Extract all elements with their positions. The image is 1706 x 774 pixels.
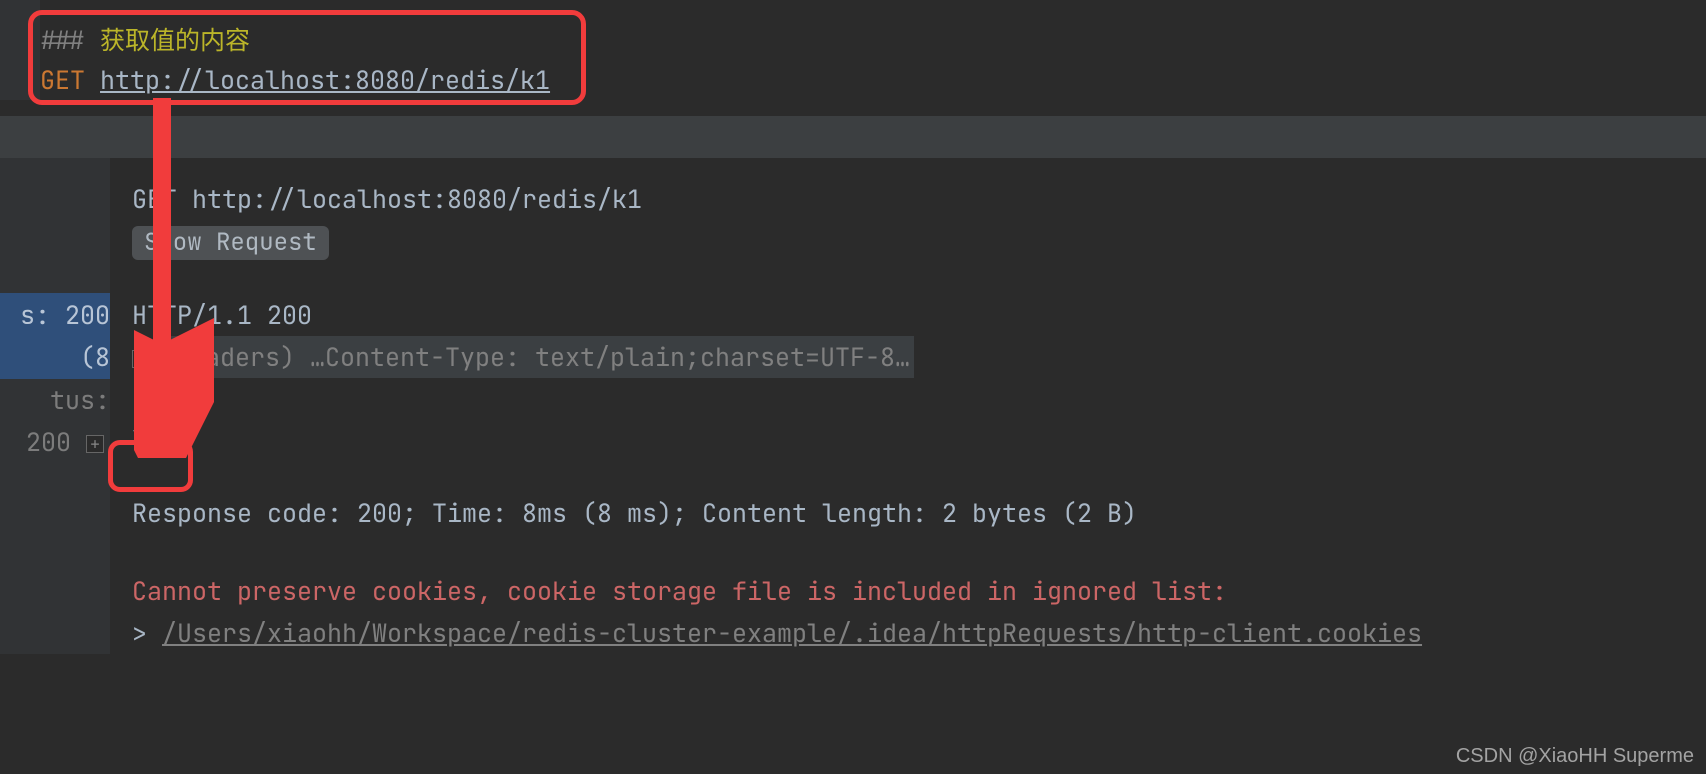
path-prefix: > — [132, 616, 162, 650]
toolbar-separator — [0, 116, 1706, 158]
expand-icon[interactable]: + — [86, 435, 104, 453]
cookie-warning: Cannot preserve cookies, cookie storage … — [132, 570, 1706, 612]
response-method: GET — [132, 182, 177, 216]
response-summary: Response code: 200; Time: 8ms (8 ms); Co… — [132, 492, 1706, 534]
response-request-line: GET http://localhost:8080/redis/k1 — [132, 178, 1706, 220]
response-body: v1 — [132, 414, 1706, 456]
headers-label: (Headers) — [160, 340, 295, 374]
response-content: GET http://localhost:8080/redis/k1 Show … — [110, 158, 1706, 654]
http-method: GET — [40, 63, 85, 97]
headers-preview: …Content-Type: text/plain;charset=UTF-8… — [310, 340, 910, 374]
show-request-button[interactable]: Show Request — [132, 226, 329, 260]
response-url: http://localhost:8080/redis/k1 — [192, 182, 642, 216]
response-pane: s: 200 (8 tus: 200 + GET http://localhos… — [0, 158, 1706, 654]
cookie-path[interactable]: /Users/xiaohh/Workspace/redis-cluster-ex… — [162, 616, 1422, 650]
history-sidebar[interactable]: s: 200 (8 tus: 200 + — [0, 158, 110, 654]
expand-headers-icon[interactable]: + — [132, 350, 150, 368]
watermark: CSDN @XiaoHH Superme — [1456, 745, 1694, 768]
markdown-hash: ### — [40, 23, 100, 57]
editor-gutter — [0, 0, 40, 100]
editor-line-request[interactable]: GET http://localhost:8080/redis/k1 — [40, 60, 1706, 100]
cookie-path-line: > /Users/xiaohh/Workspace/redis-cluster-… — [132, 612, 1706, 654]
editor-lines[interactable]: ### 获取值的内容 GET http://localhost:8080/red… — [40, 20, 1706, 100]
http-status-line: HTTP/1.1 200 — [132, 294, 1706, 336]
editor-pane: ### 获取值的内容 GET http://localhost:8080/red… — [0, 0, 1706, 100]
history-item[interactable]: tus: 200 + — [0, 379, 110, 463]
editor-line-title[interactable]: ### 获取值的内容 — [40, 20, 1706, 60]
http-url[interactable]: http://localhost:8080/redis/k1 — [100, 63, 550, 97]
headers-line[interactable]: + (Headers) …Content-Type: text/plain;cha… — [132, 336, 1706, 378]
request-title: 获取值的内容 — [100, 23, 250, 57]
history-item-selected[interactable]: s: 200 (8 — [0, 293, 110, 379]
